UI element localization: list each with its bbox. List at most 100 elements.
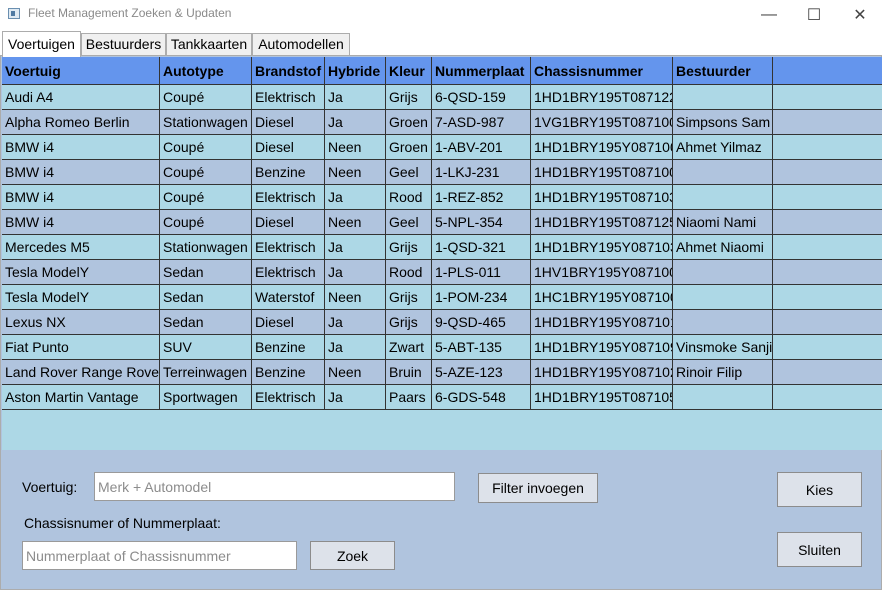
table-row[interactable]: BMW i4 Coupé Diesel Neen Geel 5-NPL-354 1HD1BR… [2, 210, 882, 235]
cell-hybride[interactable]: Ja [325, 310, 386, 335]
cell-bestuurder[interactable] [673, 385, 773, 410]
cell-filler[interactable] [773, 310, 882, 335]
cell-kleur[interactable]: Grijs [386, 235, 432, 260]
cell-bestuurder[interactable] [673, 285, 773, 310]
table-row[interactable]: Audi A4 Coupé Elektrisch Ja Grijs 6-QSD-159 1H… [2, 85, 882, 110]
cell-filler[interactable] [773, 335, 882, 360]
cell-voertuig[interactable]: BMW i4 [2, 160, 160, 185]
cell-brandstof[interactable]: Benzine [252, 335, 325, 360]
cell-hybride[interactable]: Neen [325, 285, 386, 310]
cell-hybride[interactable]: Ja [325, 185, 386, 210]
cell-bestuurder[interactable]: Ahmet Yilmaz [673, 135, 773, 160]
cell-kleur[interactable]: Geel [386, 210, 432, 235]
cell-nummerplaat[interactable]: 6-QSD-159 [432, 85, 531, 110]
cell-bestuurder[interactable]: Rinoir Filip [673, 360, 773, 385]
cell-voertuig[interactable]: BMW i4 [2, 210, 160, 235]
cell-voertuig[interactable]: Lexus NX [2, 310, 160, 335]
cell-kleur[interactable]: Paars [386, 385, 432, 410]
column-header-autotype[interactable]: Autotype [160, 57, 252, 85]
cell-bestuurder[interactable] [673, 85, 773, 110]
cell-filler[interactable] [773, 160, 882, 185]
cell-brandstof[interactable]: Diesel [252, 135, 325, 160]
column-header-hybride[interactable]: Hybride [325, 57, 386, 85]
cell-hybride[interactable]: Ja [325, 85, 386, 110]
cell-chassisnummer[interactable]: 1HD1BRY195T087125 [531, 210, 673, 235]
cell-nummerplaat[interactable]: 9-QSD-465 [432, 310, 531, 335]
cell-hybride[interactable]: Neen [325, 135, 386, 160]
cell-hybride[interactable]: Ja [325, 110, 386, 135]
cell-autotype[interactable]: Coupé [160, 135, 252, 160]
cell-bestuurder[interactable]: Ahmet Niaomi [673, 235, 773, 260]
cell-voertuig[interactable]: Alpha Romeo Berlin [2, 110, 160, 135]
cell-kleur[interactable]: Groen [386, 110, 432, 135]
cell-filler[interactable] [773, 135, 882, 160]
cell-hybride[interactable]: Ja [325, 385, 386, 410]
cell-chassisnummer[interactable]: 1HD1BRY195T087122 [531, 85, 673, 110]
cell-bestuurder[interactable]: Vinsmoke Sanji [673, 335, 773, 360]
tab-tankkaarten[interactable]: Tankkaarten [166, 33, 252, 55]
cell-kleur[interactable]: Grijs [386, 85, 432, 110]
cell-nummerplaat[interactable]: 7-ASD-987 [432, 110, 531, 135]
cell-autotype[interactable]: Coupé [160, 185, 252, 210]
cell-brandstof[interactable]: Benzine [252, 360, 325, 385]
vehicle-data-grid[interactable]: Voertuig Autotype Brandstof Hybride Kleur Num… [2, 57, 882, 450]
table-row[interactable]: Aston Martin Vantage Sportwagen Elektrisch… [2, 385, 882, 410]
cell-voertuig[interactable]: BMW i4 [2, 185, 160, 210]
cell-chassisnummer[interactable]: 1HC1BRY195Y087100 [531, 285, 673, 310]
sluiten-button[interactable]: Sluiten [777, 532, 862, 567]
cell-kleur[interactable]: Rood [386, 260, 432, 285]
cell-voertuig[interactable]: Tesla ModelY [2, 260, 160, 285]
cell-brandstof[interactable]: Elektrisch [252, 185, 325, 210]
cell-voertuig[interactable]: Audi A4 [2, 85, 160, 110]
cell-chassisnummer[interactable]: 1HD1BRY195Y087109 [531, 335, 673, 360]
table-row[interactable]: Tesla ModelY Sedan Elektrisch Ja Rood 1-PLS-0… [2, 260, 882, 285]
cell-bestuurder[interactable]: Niaomi Nami [673, 210, 773, 235]
cell-filler[interactable] [773, 385, 882, 410]
cell-hybride[interactable]: Neen [325, 360, 386, 385]
cell-autotype[interactable]: Coupé [160, 160, 252, 185]
table-row[interactable]: Alpha Romeo Berlin Stationwagen Diesel Ja Gr… [2, 110, 882, 135]
cell-bestuurder[interactable] [673, 310, 773, 335]
cell-kleur[interactable]: Grijs [386, 285, 432, 310]
cell-bestuurder[interactable] [673, 185, 773, 210]
cell-filler[interactable] [773, 110, 882, 135]
cell-voertuig[interactable]: Land Rover Range Rover [2, 360, 160, 385]
cell-autotype[interactable]: SUV [160, 335, 252, 360]
cell-autotype[interactable]: Terreinwagen [160, 360, 252, 385]
table-row[interactable]: BMW i4 Coupé Diesel Neen Groen 1-ABV-201 1HD1B… [2, 135, 882, 160]
cell-bestuurder[interactable]: Simpsons Sam [673, 110, 773, 135]
cell-voertuig[interactable]: Mercedes M5 [2, 235, 160, 260]
cell-filler[interactable] [773, 85, 882, 110]
cell-autotype[interactable]: Sportwagen [160, 385, 252, 410]
cell-nummerplaat[interactable]: 5-AZE-123 [432, 360, 531, 385]
cell-hybride[interactable]: Ja [325, 335, 386, 360]
tab-voertuigen[interactable]: Voertuigen [2, 31, 81, 57]
cell-filler[interactable] [773, 210, 882, 235]
cell-autotype[interactable]: Sedan [160, 310, 252, 335]
cell-kleur[interactable]: Groen [386, 135, 432, 160]
cell-nummerplaat[interactable]: 5-ABT-135 [432, 335, 531, 360]
cell-chassisnummer[interactable]: 1HD1BRY195Y087103 [531, 235, 673, 260]
cell-nummerplaat[interactable]: 5-NPL-354 [432, 210, 531, 235]
cell-chassisnummer[interactable]: 1HD1BRY195T087105 [531, 385, 673, 410]
cell-brandstof[interactable]: Diesel [252, 310, 325, 335]
cell-chassisnummer[interactable]: 1HD1BRY195T087103 [531, 185, 673, 210]
cell-autotype[interactable]: Sedan [160, 285, 252, 310]
zoek-button[interactable]: Zoek [310, 541, 395, 570]
cell-hybride[interactable]: Neen [325, 210, 386, 235]
minimize-button[interactable]: — [746, 0, 792, 30]
table-row[interactable]: BMW i4 Coupé Elektrisch Ja Rood 1-REZ-852 1HD1… [2, 185, 882, 210]
cell-nummerplaat[interactable]: 1-LKJ-231 [432, 160, 531, 185]
cell-brandstof[interactable]: Benzine [252, 160, 325, 185]
tab-automodellen[interactable]: Automodellen [252, 33, 350, 55]
column-header-kleur[interactable]: Kleur [386, 57, 432, 85]
table-row[interactable]: Mercedes M5 Stationwagen Elektrisch Ja Grijs… [2, 235, 882, 260]
cell-autotype[interactable]: Coupé [160, 210, 252, 235]
cell-filler[interactable] [773, 185, 882, 210]
cell-filler[interactable] [773, 260, 882, 285]
maximize-button[interactable]: ☐ [791, 0, 837, 30]
cell-autotype[interactable]: Coupé [160, 85, 252, 110]
cell-voertuig[interactable]: Tesla ModelY [2, 285, 160, 310]
cell-nummerplaat[interactable]: 6-GDS-548 [432, 385, 531, 410]
chassis-search-input[interactable] [22, 541, 297, 570]
